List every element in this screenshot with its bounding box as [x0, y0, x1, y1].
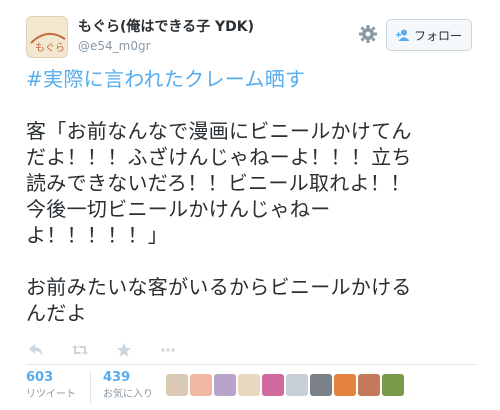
favoriter-avatar[interactable]	[166, 374, 188, 396]
favorite-icon[interactable]	[114, 340, 134, 360]
hashtag-link[interactable]: #実際に言われたクレーム晒す	[26, 67, 305, 91]
favorites-label: お気に入り	[103, 389, 153, 400]
favoriters-list	[166, 374, 406, 396]
favoriter-avatar[interactable]	[190, 374, 212, 396]
tweet-line: 客「お前なんなで漫画にビニールかけてん	[26, 119, 412, 143]
reply-icon[interactable]	[26, 340, 46, 360]
retweets-stat[interactable]: 603 リツイート	[26, 370, 76, 404]
divider	[26, 364, 476, 365]
more-icon[interactable]	[158, 340, 178, 360]
display-name[interactable]: もぐら(俺はできる子 YDK)	[78, 18, 254, 36]
favoriter-avatar[interactable]	[262, 374, 284, 396]
favoriter-avatar[interactable]	[358, 374, 380, 396]
favoriter-avatar[interactable]	[286, 374, 308, 396]
favorites-count: 439	[103, 370, 131, 385]
tweet-line: お前みたいな客がいるからビニールかける	[26, 275, 412, 299]
gear-icon[interactable]	[358, 24, 378, 44]
tweet-line: 今後一切ビニールかけんじゃねー	[26, 197, 331, 221]
tweet-stats: 603 リツイート 439 お気に入り	[26, 370, 167, 404]
tweet-line: よ！！！！！」	[26, 223, 169, 247]
favoriter-avatar[interactable]	[382, 374, 404, 396]
avatar-text: もぐら	[35, 42, 65, 54]
retweets-count: 603	[26, 370, 54, 385]
add-user-icon	[395, 26, 410, 45]
tweet-line: だよ！！！ふざけんじゃねーよ！！！立ち	[26, 145, 412, 169]
favoriter-avatar[interactable]	[310, 374, 332, 396]
tweet-header: もぐら もぐら(俺はできる子 YDK) @e54_m0gr フォロー	[26, 16, 476, 58]
tweet-text: #実際に言われたクレーム晒す 客「お前なんなで漫画にビニールかけてん だよ！！！…	[26, 66, 482, 326]
tweet-actions	[26, 340, 202, 360]
retweet-icon[interactable]	[70, 340, 90, 360]
favoriter-avatar[interactable]	[214, 374, 236, 396]
follow-button-label: フォロー	[413, 28, 462, 43]
favoriter-avatar[interactable]	[334, 374, 356, 396]
favoriter-avatar[interactable]	[238, 374, 260, 396]
follow-button[interactable]: フォロー	[386, 19, 472, 51]
tweet-line: 読みできないだろ！！ビニール取れよ！！	[26, 171, 411, 195]
favorites-stat[interactable]: 439 お気に入り	[103, 370, 153, 404]
user-handle[interactable]: @e54_m0gr	[78, 38, 254, 54]
retweets-label: リツイート	[26, 389, 76, 400]
avatar[interactable]: もぐら	[26, 16, 68, 58]
stat-divider	[90, 370, 91, 404]
tweet-line: んだよ	[26, 301, 87, 325]
